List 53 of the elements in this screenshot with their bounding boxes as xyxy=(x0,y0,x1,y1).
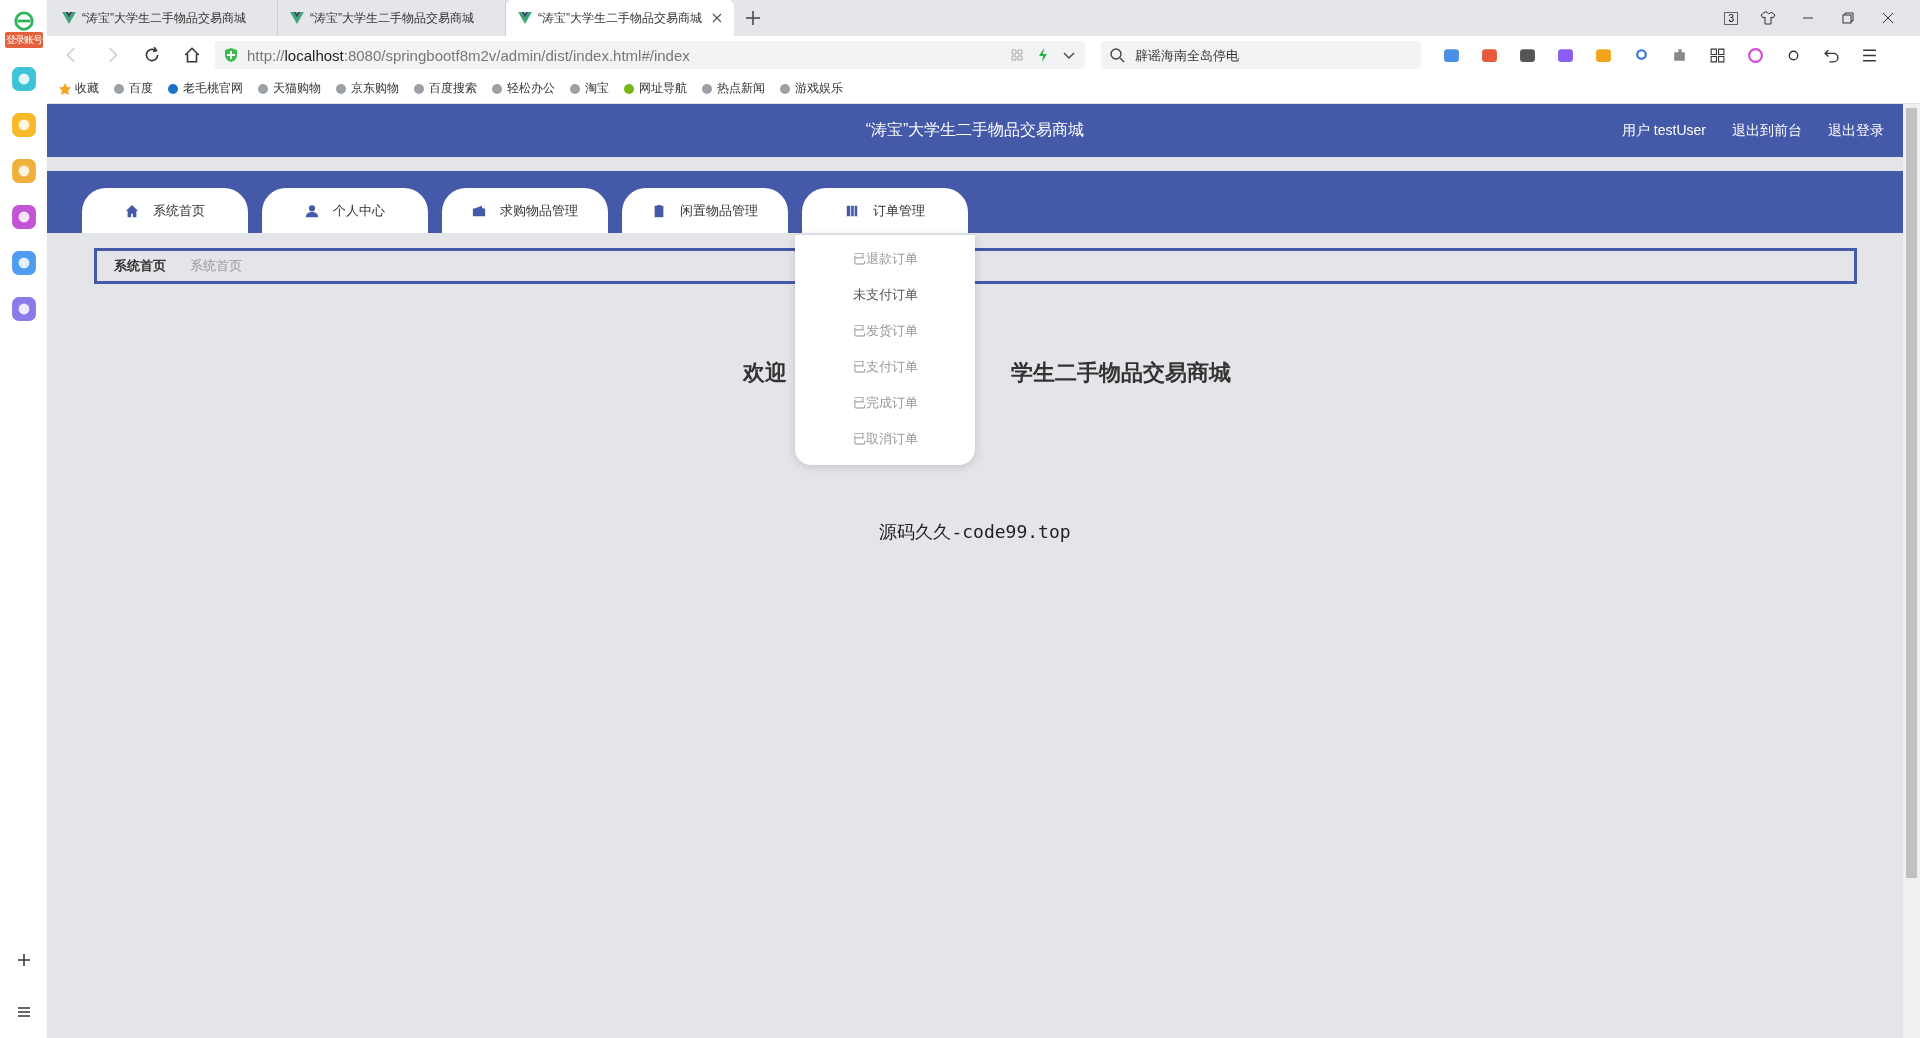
welcome-heading: 学生二手物品交易商城 xyxy=(1011,359,1231,387)
grid-icon[interactable] xyxy=(1709,46,1726,64)
url-text: http://localhost:8080/springbootf8m2v/admin/dist/index.html#/index xyxy=(247,46,690,64)
source-note: 源码久久-code99.top xyxy=(878,520,1072,544)
breadcrumb-item[interactable]: 系统首页 xyxy=(114,257,166,275)
v-logo-icon xyxy=(62,12,76,24)
tab-count[interactable]: 3 xyxy=(1724,11,1738,25)
browser-tab[interactable]: “涛宝”大学生二手物品交易商城 xyxy=(506,0,734,36)
search-input[interactable]: 辟谣海南全岛停电 xyxy=(1133,46,1413,64)
scrollbar-thumb[interactable] xyxy=(1906,108,1917,878)
bookmark-link[interactable]: 轻松办公 xyxy=(491,80,555,97)
v-logo-icon xyxy=(518,12,532,24)
menu-icon[interactable] xyxy=(1861,46,1878,64)
browser-logo-icon[interactable] xyxy=(12,10,35,32)
nav-tab[interactable]: 订单管理 xyxy=(802,188,968,233)
login-badge[interactable]: 登录账号 xyxy=(4,32,43,48)
reload-icon[interactable] xyxy=(143,46,161,64)
nav-tab[interactable]: 个人中心 xyxy=(262,188,428,233)
welcome-heading: 欢迎 xyxy=(743,359,787,387)
bookmark-link[interactable]: 京东购物 xyxy=(335,80,399,97)
clipboard-icon xyxy=(652,203,666,218)
bookmark-link[interactable]: 天猫购物 xyxy=(257,80,321,97)
close-icon[interactable] xyxy=(1880,10,1896,26)
v-logo-icon xyxy=(290,12,304,24)
bookmark-link[interactable]: 游戏娱乐 xyxy=(779,80,843,97)
nav-tab[interactable]: 系统首页 xyxy=(82,188,248,233)
scrollbar[interactable] xyxy=(1903,104,1920,1038)
app-title: “涛宝”大学生二手物品交易商城 xyxy=(865,120,1085,140)
star-icon xyxy=(59,82,71,95)
shirt-icon[interactable] xyxy=(1760,10,1776,26)
bookmark-link[interactable]: 收藏 xyxy=(59,80,99,97)
bookmark-link[interactable]: 百度搜索 xyxy=(413,80,477,97)
list-icon[interactable] xyxy=(15,1004,32,1020)
restore-icon[interactable] xyxy=(1840,10,1856,26)
nav-tab[interactable]: 闲置物品管理 xyxy=(622,188,788,233)
header-link[interactable]: 用户 testUser xyxy=(1622,121,1706,140)
menu-item[interactable]: 未支付订单 xyxy=(795,277,975,313)
home-icon xyxy=(125,203,139,218)
home-icon[interactable] xyxy=(183,46,201,64)
user-icon xyxy=(305,203,319,218)
address-field[interactable]: http://localhost:8080/springbootf8m2v/admin/dist/index.html#/index xyxy=(215,41,1085,69)
header-link[interactable]: 退出到前台 xyxy=(1732,121,1802,140)
search-field[interactable]: 辟谣海南全岛停电 xyxy=(1101,41,1421,69)
add-icon[interactable] xyxy=(15,952,32,968)
bookmark-link[interactable]: 百度 xyxy=(113,80,153,97)
bookmark-link[interactable]: 热点新闻 xyxy=(701,80,765,97)
new-tab-icon[interactable] xyxy=(746,11,760,25)
close-tab-icon[interactable] xyxy=(712,13,722,23)
nav-tab[interactable]: 求购物品管理 xyxy=(442,188,608,233)
header-link[interactable]: 退出登录 xyxy=(1828,121,1884,140)
bookmark-link[interactable]: 网址导航 xyxy=(623,80,687,97)
bookmark-link[interactable]: 淘宝 xyxy=(569,80,609,97)
bookmark-link[interactable]: 老毛桃官网 xyxy=(167,80,243,97)
